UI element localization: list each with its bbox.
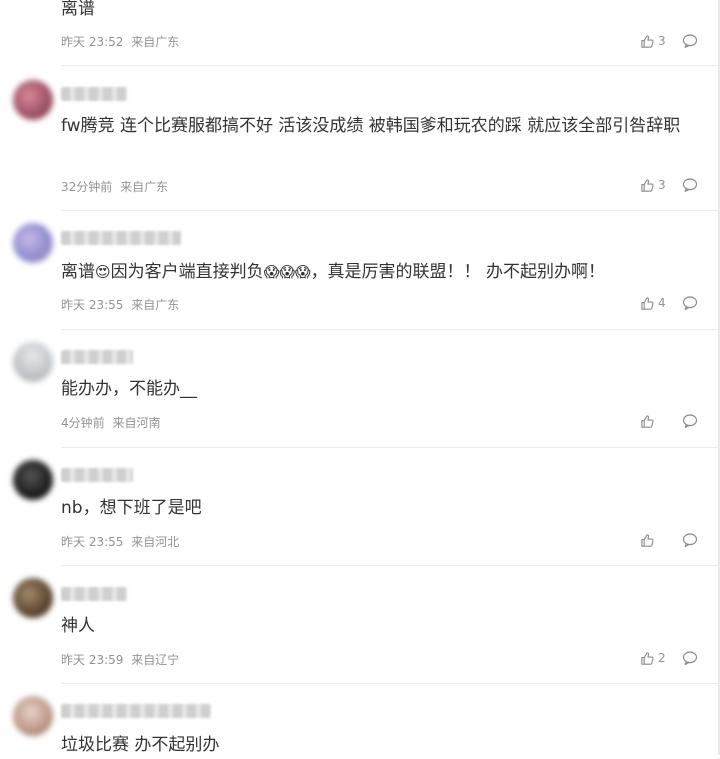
comment-bubble-icon [682, 178, 698, 193]
username[interactable] [61, 231, 181, 245]
comment-time: 昨天 23:55 [61, 298, 124, 312]
comment-time: 32分钟前 [61, 180, 113, 194]
username[interactable] [61, 350, 133, 364]
username[interactable] [61, 587, 127, 601]
comment-text: fw腾竞 连个比赛服都搞不好 活该没成绩 被韩国爹和玩农的踩 就应该全部引咎辞职 [61, 116, 681, 136]
comment-text: 神人 [61, 616, 95, 636]
username[interactable] [61, 704, 211, 718]
reply-button[interactable] [682, 33, 698, 49]
like-count: 3 [658, 178, 666, 192]
avatar[interactable] [13, 696, 53, 736]
comment-item: nb，想下班了是吧 昨天 23:55 来自河北 [0, 448, 718, 566]
avatar[interactable] [13, 223, 53, 263]
comment-item: 垃圾比赛 办不起别办 [0, 684, 718, 755]
avatar[interactable] [13, 80, 53, 120]
comment-meta: 昨天 23:55 来自广东 [61, 296, 179, 313]
reply-button[interactable] [682, 295, 698, 311]
comment-item: 离谱 昨天 23:52 来自广东 3 [0, 0, 718, 66]
comment-location: 来自河南 [112, 416, 161, 430]
thumbs-up-icon [641, 34, 654, 48]
like-count: 2 [658, 651, 666, 665]
like-button[interactable]: 3 [640, 177, 666, 193]
like-count: 3 [658, 34, 666, 48]
comment-bubble-icon [682, 34, 698, 49]
thumbs-up-icon [641, 414, 654, 428]
comment-text-part: ，真是厉害的联盟！！ 办不起别办啊！ [310, 262, 605, 282]
comment-text: 离谱 [61, 0, 95, 19]
comment-location: 来自广东 [120, 180, 169, 194]
thumbs-up-icon [641, 296, 654, 310]
username[interactable] [61, 468, 133, 482]
comment-item: 能办办，不能办__ 4分钟前 来自河南 [0, 330, 718, 448]
comment-location: 来自河北 [131, 535, 180, 549]
emoji-heart-eyes: 😍 [95, 263, 111, 281]
comment-bubble-icon [682, 533, 698, 548]
comment-time: 昨天 23:55 [61, 535, 124, 549]
like-button[interactable]: 4 [640, 295, 666, 311]
reply-button[interactable] [682, 650, 698, 666]
username[interactable] [61, 87, 127, 101]
comment-meta: 昨天 23:59 来自辽宁 [61, 651, 179, 668]
thumbs-up-icon [641, 533, 654, 547]
emoji-scream: 😱😱😱 [263, 263, 311, 281]
comment-text: nb，想下班了是吧 [61, 498, 202, 518]
avatar[interactable] [13, 342, 53, 382]
comment-meta: 昨天 23:55 来自河北 [61, 533, 179, 550]
like-count: 4 [658, 296, 666, 310]
thumbs-up-icon [641, 651, 654, 665]
comment-text: 离谱😍因为客户端直接判负😱😱😱，真是厉害的联盟！！ 办不起别办啊！ [61, 258, 701, 286]
comment-text: 能办办，不能办__ [61, 379, 197, 399]
comment-meta: 32分钟前 来自广东 [61, 178, 168, 195]
comment-time: 昨天 23:52 [61, 35, 124, 49]
comment-text-part: 因为客户端直接判负 [110, 262, 264, 282]
comment-bubble-icon [682, 296, 698, 311]
comment-item: 神人 昨天 23:59 来自辽宁 2 [0, 566, 718, 684]
avatar[interactable] [13, 578, 53, 618]
comment-location: 来自辽宁 [131, 653, 180, 667]
comment-location: 来自广东 [131, 35, 180, 49]
reply-button[interactable] [682, 413, 698, 429]
comment-meta: 昨天 23:52 来自广东 [61, 33, 179, 50]
like-button[interactable] [640, 532, 658, 548]
like-button[interactable] [640, 413, 658, 429]
like-button[interactable]: 3 [640, 33, 666, 49]
comment-time: 4分钟前 [61, 416, 105, 430]
like-button[interactable]: 2 [640, 650, 666, 666]
reply-button[interactable] [682, 177, 698, 193]
comment-time: 昨天 23:59 [61, 653, 124, 667]
comment-bubble-icon [682, 651, 698, 666]
thumbs-up-icon [641, 178, 654, 192]
comment-bubble-icon [682, 414, 698, 429]
comment-meta: 4分钟前 来自河南 [61, 414, 160, 431]
comment-item: 离谱😍因为客户端直接判负😱😱😱，真是厉害的联盟！！ 办不起别办啊！ 昨天 23:… [0, 211, 718, 330]
comment-location: 来自广东 [131, 298, 180, 312]
avatar[interactable] [13, 460, 53, 500]
comment-text-part: 离谱 [61, 262, 95, 282]
reply-button[interactable] [682, 532, 698, 548]
comment-item: fw腾竞 连个比赛服都搞不好 活该没成绩 被韩国爹和玩农的踩 就应该全部引咎辞职… [0, 66, 718, 211]
